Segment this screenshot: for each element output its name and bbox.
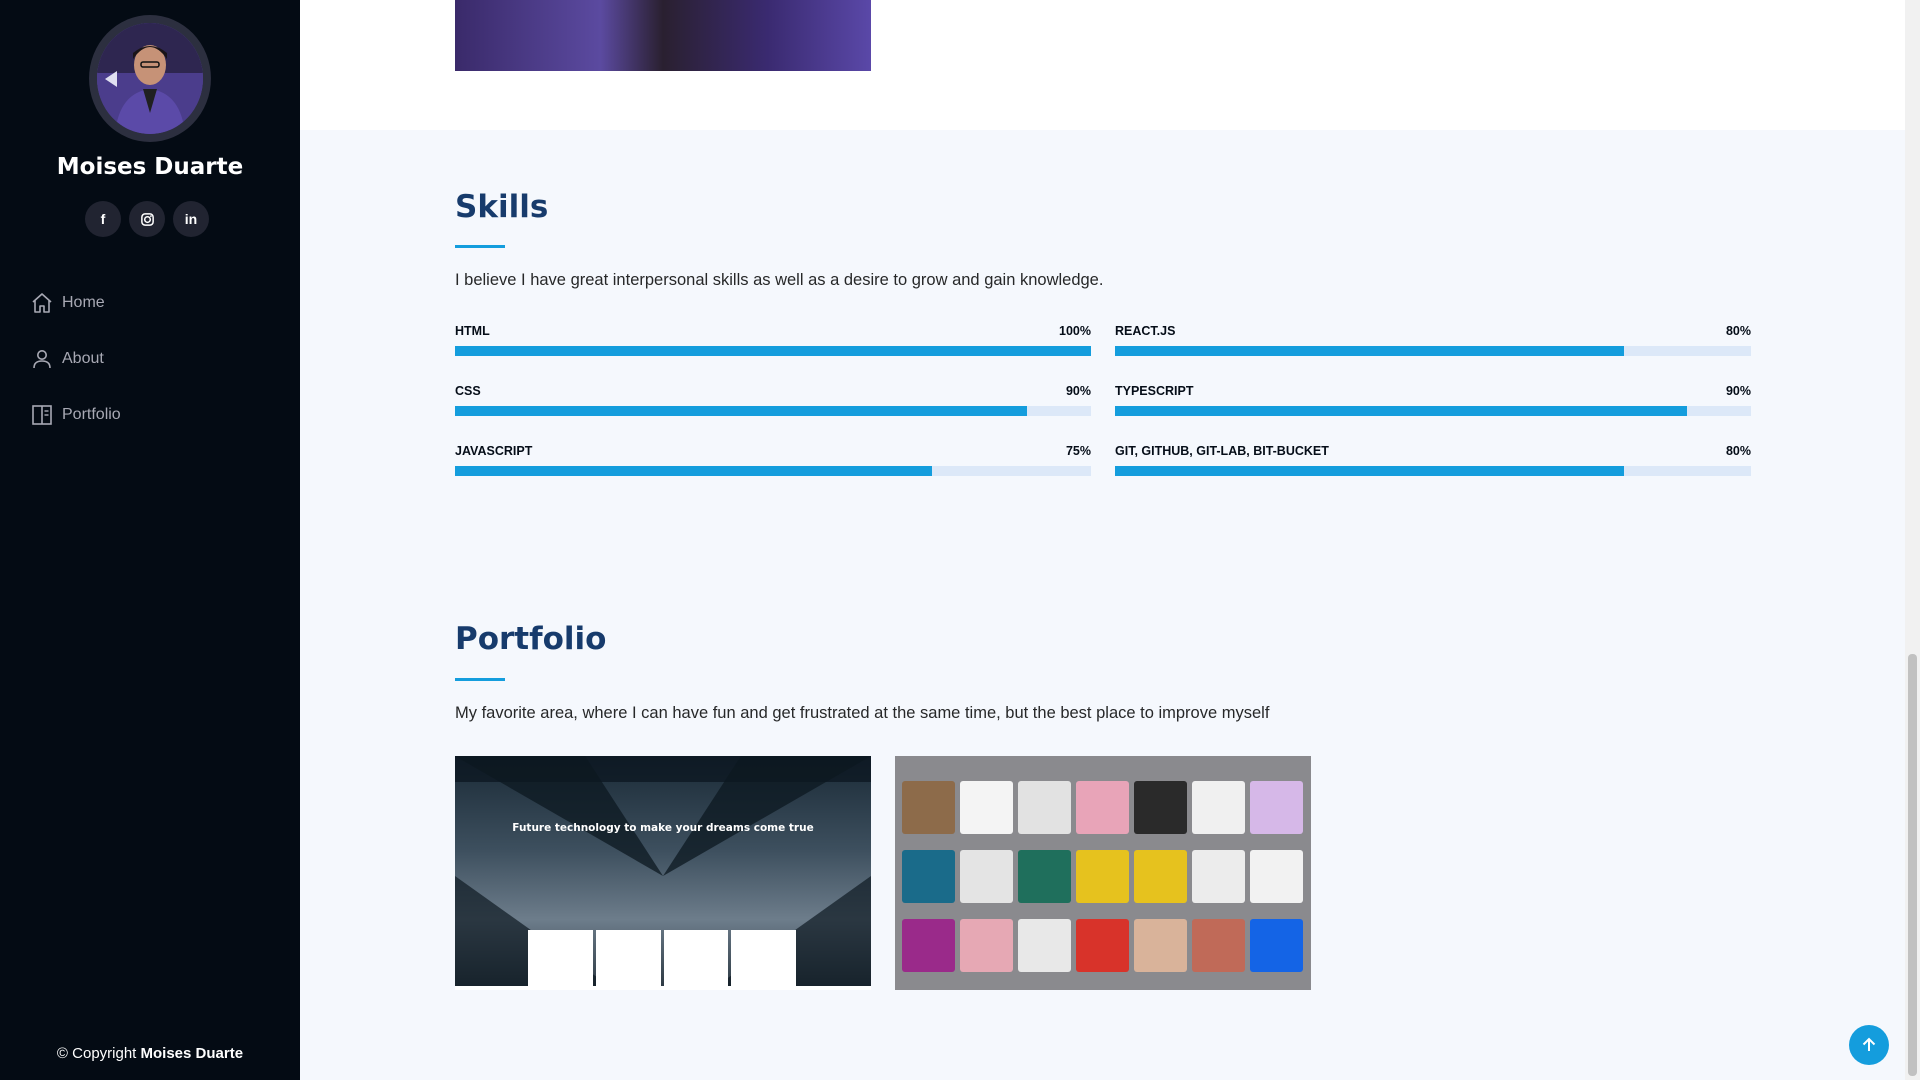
skill-name: JAVASCRIPT [455,444,533,458]
product-thumb [1250,919,1303,972]
portfolio-preview-footer [455,986,871,990]
skill-bar-fill [455,346,1091,356]
product-thumb [960,919,1013,972]
skills-description: I believe I have great interpersonal ski… [455,271,1104,289]
feature-card [528,930,593,986]
skill-bar [455,466,1091,476]
social-links: f in [85,201,209,237]
profile-name: Moises Duarte [56,154,244,180]
skill-bar [1115,346,1751,356]
copyright: © Copyright Moises Duarte [0,1045,300,1062]
skill-name: GIT, GITHUB, GIT-LAB, BIT-BUCKET [1115,444,1329,458]
product-thumb [960,850,1013,903]
book-icon [32,405,52,425]
skill-bar [1115,406,1751,416]
sidebar: Moises Duarte f in Home About Portfolio … [0,0,300,1080]
product-thumb [960,781,1013,834]
main-nav: Home About Portfolio [30,275,121,443]
portfolio-title: Portfolio [455,621,607,657]
product-thumb [902,850,955,903]
feature-card [595,930,661,986]
avatar [89,15,211,142]
nav-item-home[interactable]: Home [30,275,121,331]
facebook-icon[interactable]: f [85,201,121,237]
skills-title-underline [455,245,505,248]
skill-bar-fill [455,466,932,476]
skill-bar-fill [1115,406,1688,416]
skills-title: Skills [455,189,549,225]
product-thumb [1076,850,1129,903]
skill-name: CSS [455,384,481,398]
product-thumb [1134,781,1187,834]
skill-bar [455,406,1091,416]
feature-card [731,930,796,986]
back-to-top-button[interactable] [1849,1025,1889,1065]
feature-card [663,930,729,986]
product-thumb-grid [902,781,1306,972]
skill-bar [1115,466,1751,476]
product-thumb [1076,919,1129,972]
nav-item-label: Home [62,294,105,311]
skill-percent: 80% [1725,324,1751,338]
product-thumb [1018,919,1071,972]
product-thumb [1192,850,1245,903]
skill-bar-fill [1115,466,1624,476]
product-thumb [1134,850,1187,903]
product-thumb [1192,919,1245,972]
arrow-up-icon [1862,1037,1876,1051]
nav-item-label: About [62,350,104,367]
product-thumb [1134,919,1187,972]
skill-name: HTML [455,324,490,338]
skill-percent: 80% [1725,444,1751,458]
nav-item-portfolio[interactable]: Portfolio [30,387,121,443]
nav-item-label: Portfolio [62,406,121,423]
scrollbar-thumb[interactable] [1908,654,1917,1076]
skill-percent: 90% [1065,384,1091,398]
skill-bar-fill [1115,346,1624,356]
product-thumb [1018,850,1071,903]
portfolio-preview-feature-cards [528,930,796,986]
skill-name: REACT.JS [1115,324,1176,338]
portfolio-title-underline [455,678,505,681]
home-icon [32,293,52,313]
product-thumb [902,919,955,972]
portfolio-item-duartech[interactable]: Future technology to make your dreams co… [455,756,871,990]
product-thumb [1018,781,1071,834]
portfolio-description: My favorite area, where I can have fun a… [455,704,1270,722]
product-thumb [1250,781,1303,834]
skill-percent: 75% [1065,444,1091,458]
linkedin-icon[interactable]: in [173,201,209,237]
skill-percent: 90% [1725,384,1751,398]
skill-name: TYPESCRIPT [1115,384,1194,398]
profile-photo [97,23,203,134]
instagram-icon[interactable] [129,201,165,237]
skill-bar-fill [455,406,1028,416]
person-icon [33,350,51,369]
product-thumb [1192,781,1245,834]
portfolio-item-shop[interactable] [895,756,1311,990]
product-thumb [1250,850,1303,903]
product-thumb [902,781,955,834]
about-photo [455,0,871,71]
product-thumb [1076,781,1129,834]
copyright-prefix: © Copyright [56,1045,141,1062]
nav-item-about[interactable]: About [30,331,121,387]
copyright-owner: Moises Duarte [140,1045,244,1062]
skill-bar [455,346,1091,356]
skill-percent: 100% [1059,324,1091,338]
portfolio-preview-headline: Future technology to make your dreams co… [512,822,814,834]
